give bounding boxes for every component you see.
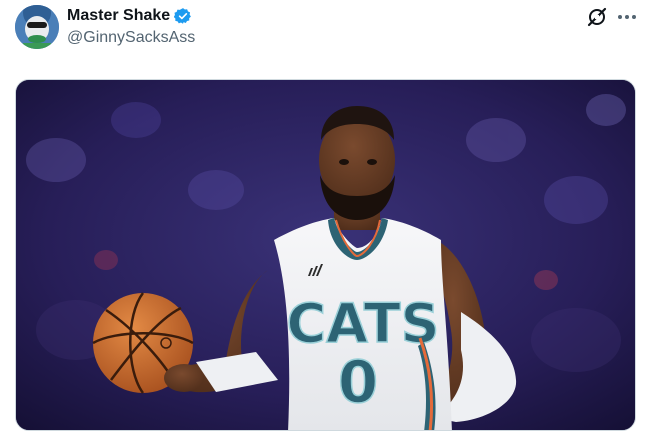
display-name[interactable]: Master Shake [67,7,170,25]
author-block: Master Shake @GinnySacksAss [67,6,195,47]
more-icon[interactable] [614,6,640,28]
avatar[interactable] [15,5,59,49]
jersey-text: CATS [287,292,440,355]
grok-icon[interactable] [586,6,608,28]
tweet-header: Master Shake @GinnySacksAss [0,0,666,60]
jersey-number: 0 [338,348,378,416]
tweet-media-image[interactable]: CATS 0 [15,79,636,431]
verified-badge-icon [173,7,192,25]
author-handle[interactable]: @GinnySacksAss [67,29,195,47]
name-row: Master Shake [67,6,195,26]
